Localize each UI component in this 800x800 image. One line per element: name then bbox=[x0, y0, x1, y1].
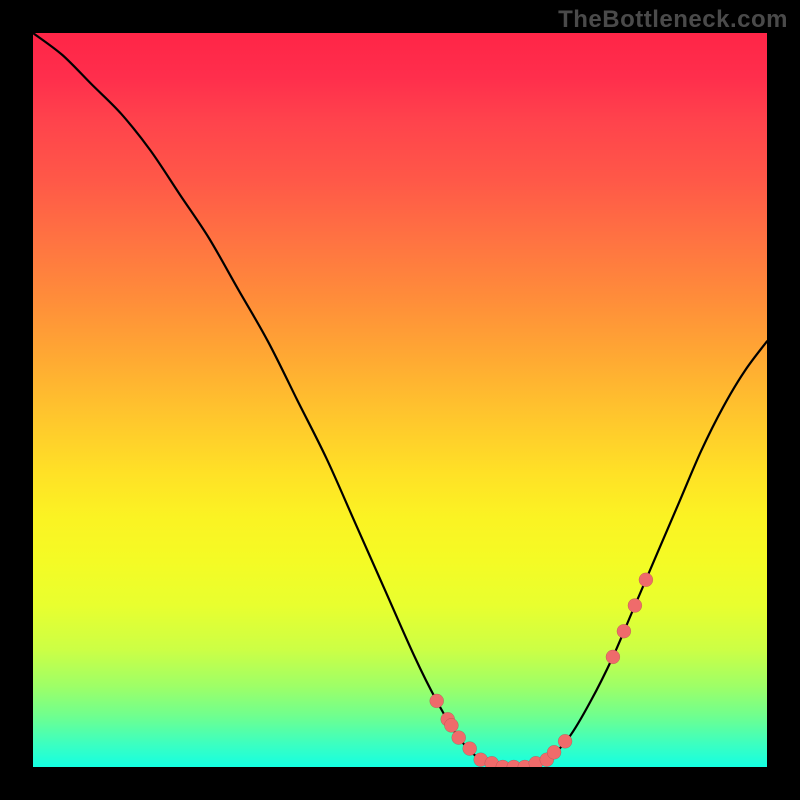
data-point bbox=[430, 694, 444, 708]
data-point bbox=[444, 718, 458, 732]
data-point bbox=[628, 599, 642, 613]
data-point bbox=[606, 650, 620, 664]
data-point bbox=[547, 745, 561, 759]
chart-frame: TheBottleneck.com bbox=[0, 0, 800, 800]
bottleneck-curve bbox=[33, 33, 767, 767]
watermark-text: TheBottleneck.com bbox=[558, 6, 788, 34]
plot-area bbox=[33, 33, 767, 767]
data-point bbox=[558, 734, 572, 748]
data-point bbox=[617, 624, 631, 638]
data-point bbox=[463, 742, 477, 756]
data-point bbox=[639, 573, 653, 587]
data-point bbox=[452, 731, 466, 745]
chart-svg bbox=[33, 33, 767, 767]
data-points bbox=[430, 573, 653, 767]
